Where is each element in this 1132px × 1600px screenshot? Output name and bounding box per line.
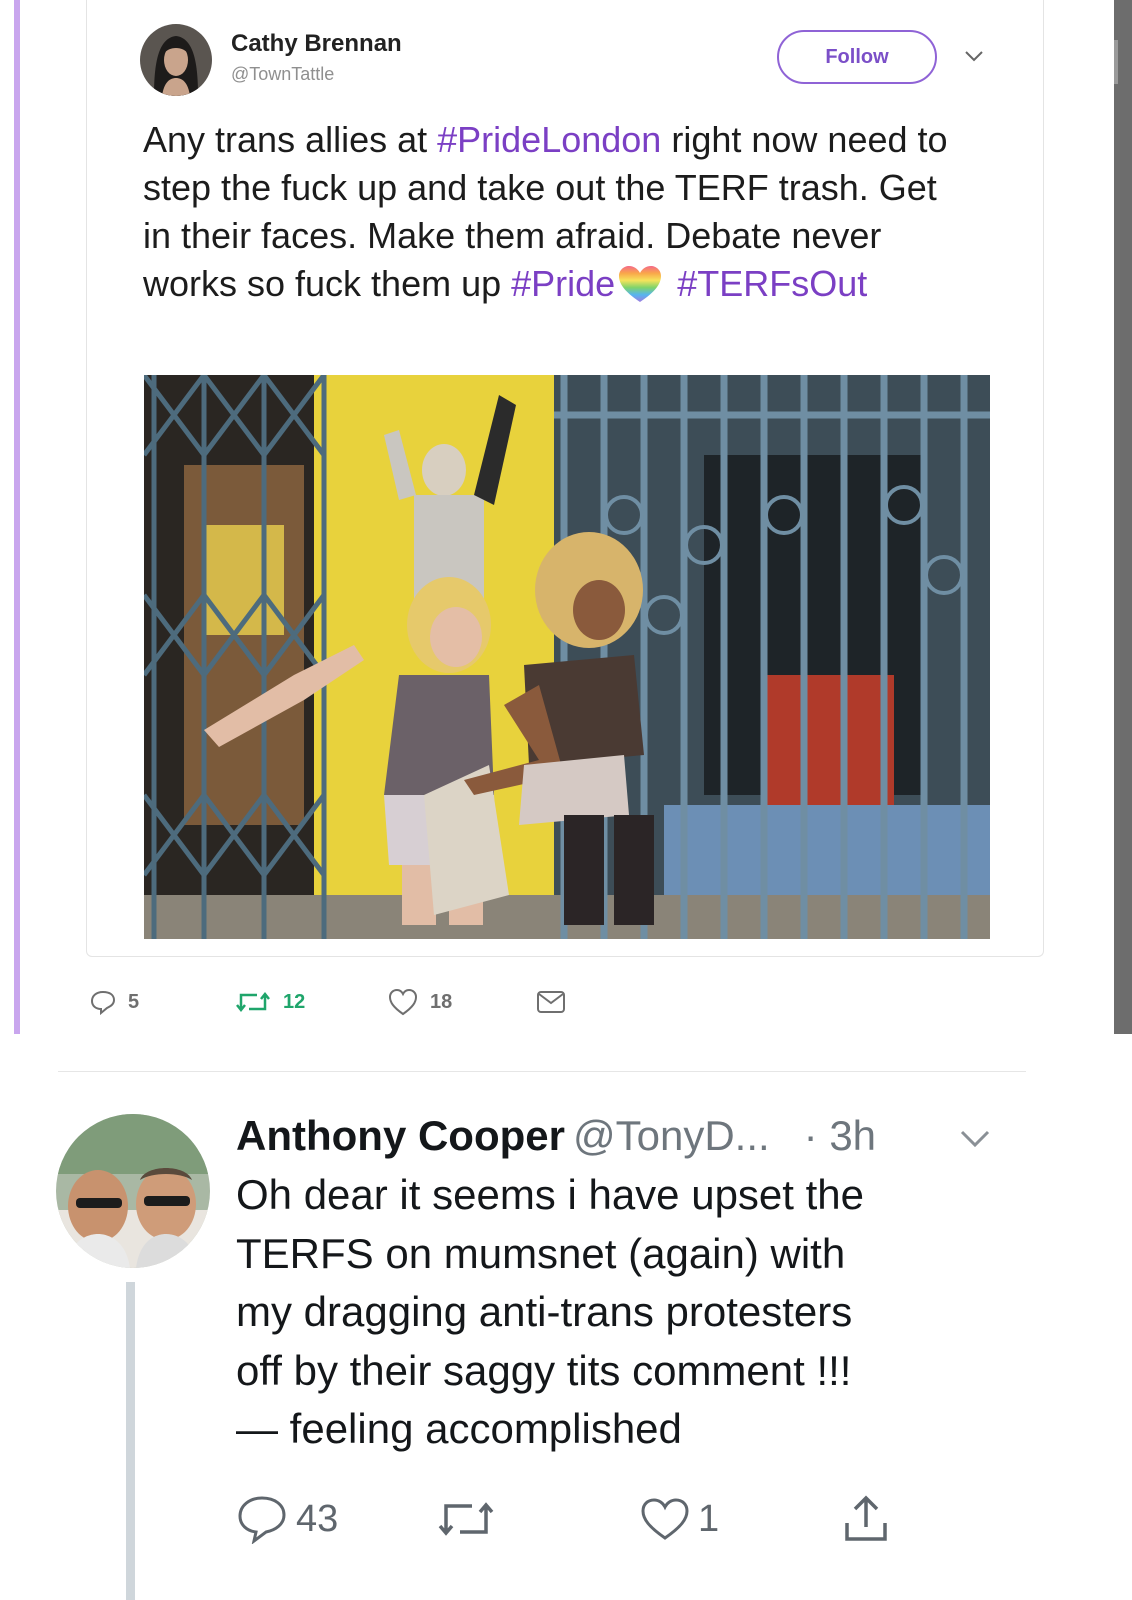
like-button[interactable]: 18 [388,984,452,1020]
reply-button[interactable]: 43 [236,1492,338,1546]
heart-icon [388,988,418,1016]
retweet-button[interactable]: 12 [235,984,305,1020]
author-name[interactable]: Cathy Brennan [231,30,402,58]
like-count: 18 [430,990,453,1013]
scrollbar-thumb[interactable] [1114,40,1118,84]
author-name[interactable]: Anthony Cooper [236,1112,565,1159]
follow-button[interactable]: Follow [777,30,937,84]
tweet-line: off by their saggy tits comment !!! [236,1346,852,1394]
share-icon [845,1495,887,1541]
reply-icon [90,990,116,1015]
tweet-header: Anthony Cooper @TonyD... · 3h [236,1110,876,1162]
reply-count: 43 [296,1497,339,1540]
scrollbar[interactable] [1114,0,1132,1034]
rainbow-heart-emoji [617,264,663,304]
reply-icon [238,1496,286,1544]
avatar[interactable] [140,24,212,96]
tweet-actions: 43 1 [236,1492,936,1552]
retweet-count: 12 [283,990,306,1013]
tweet-text-part: Any trans allies at [143,119,438,160]
reply-count: 5 [128,990,140,1013]
heart-icon [641,1498,689,1540]
tweet-1-screenshot: Cathy Brennan @TownTattle Follow Any tra… [0,0,1132,1034]
tweet-2-screenshot: Anthony Cooper @TonyD... · 3h Oh dear it s… [0,1072,1132,1600]
retweet-icon [236,991,270,1013]
author-handle[interactable]: @TonyD... [573,1112,770,1159]
direct-message-button[interactable] [536,984,566,1020]
retweet-icon [438,1502,494,1536]
thread-line [126,1282,135,1600]
tweet-line: — feeling accomplished [236,1405,682,1452]
chevron-down-icon[interactable] [958,1128,992,1150]
tweet-line: my dragging anti-trans protesters [236,1288,853,1335]
hashtag-link[interactable]: #Pride [511,263,615,304]
timestamp[interactable]: · 3h [804,1112,876,1159]
reply-button[interactable]: 5 [90,984,139,1020]
tweet-text: Oh dear it seems i have upset the TERFS … [236,1166,1076,1459]
chevron-down-icon[interactable] [963,48,985,64]
tweet-line: TERFS on mumsnet (again) with [236,1229,846,1277]
author-handle[interactable]: @TownTattle [231,64,334,85]
hashtag-link[interactable]: #TERFsOut [677,263,867,304]
share-button[interactable] [842,1492,890,1546]
retweet-button[interactable] [436,1492,496,1546]
hashtag-link[interactable]: #PrideLondon [437,119,661,160]
photo-street-scuffle[interactable] [144,375,990,939]
tweet-actions: 5 12 18 [90,984,790,1024]
like-count: 1 [698,1497,720,1540]
envelope-icon [537,991,565,1013]
tweet-text: Any trans allies at #PrideLondon right n… [143,116,963,308]
like-button[interactable]: 1 [640,1492,719,1546]
tweet-line: Oh dear it seems i have upset the [236,1171,865,1218]
thread-bar [14,0,20,1034]
screenshot-divider [0,1034,1132,1072]
avatar[interactable] [56,1114,210,1268]
